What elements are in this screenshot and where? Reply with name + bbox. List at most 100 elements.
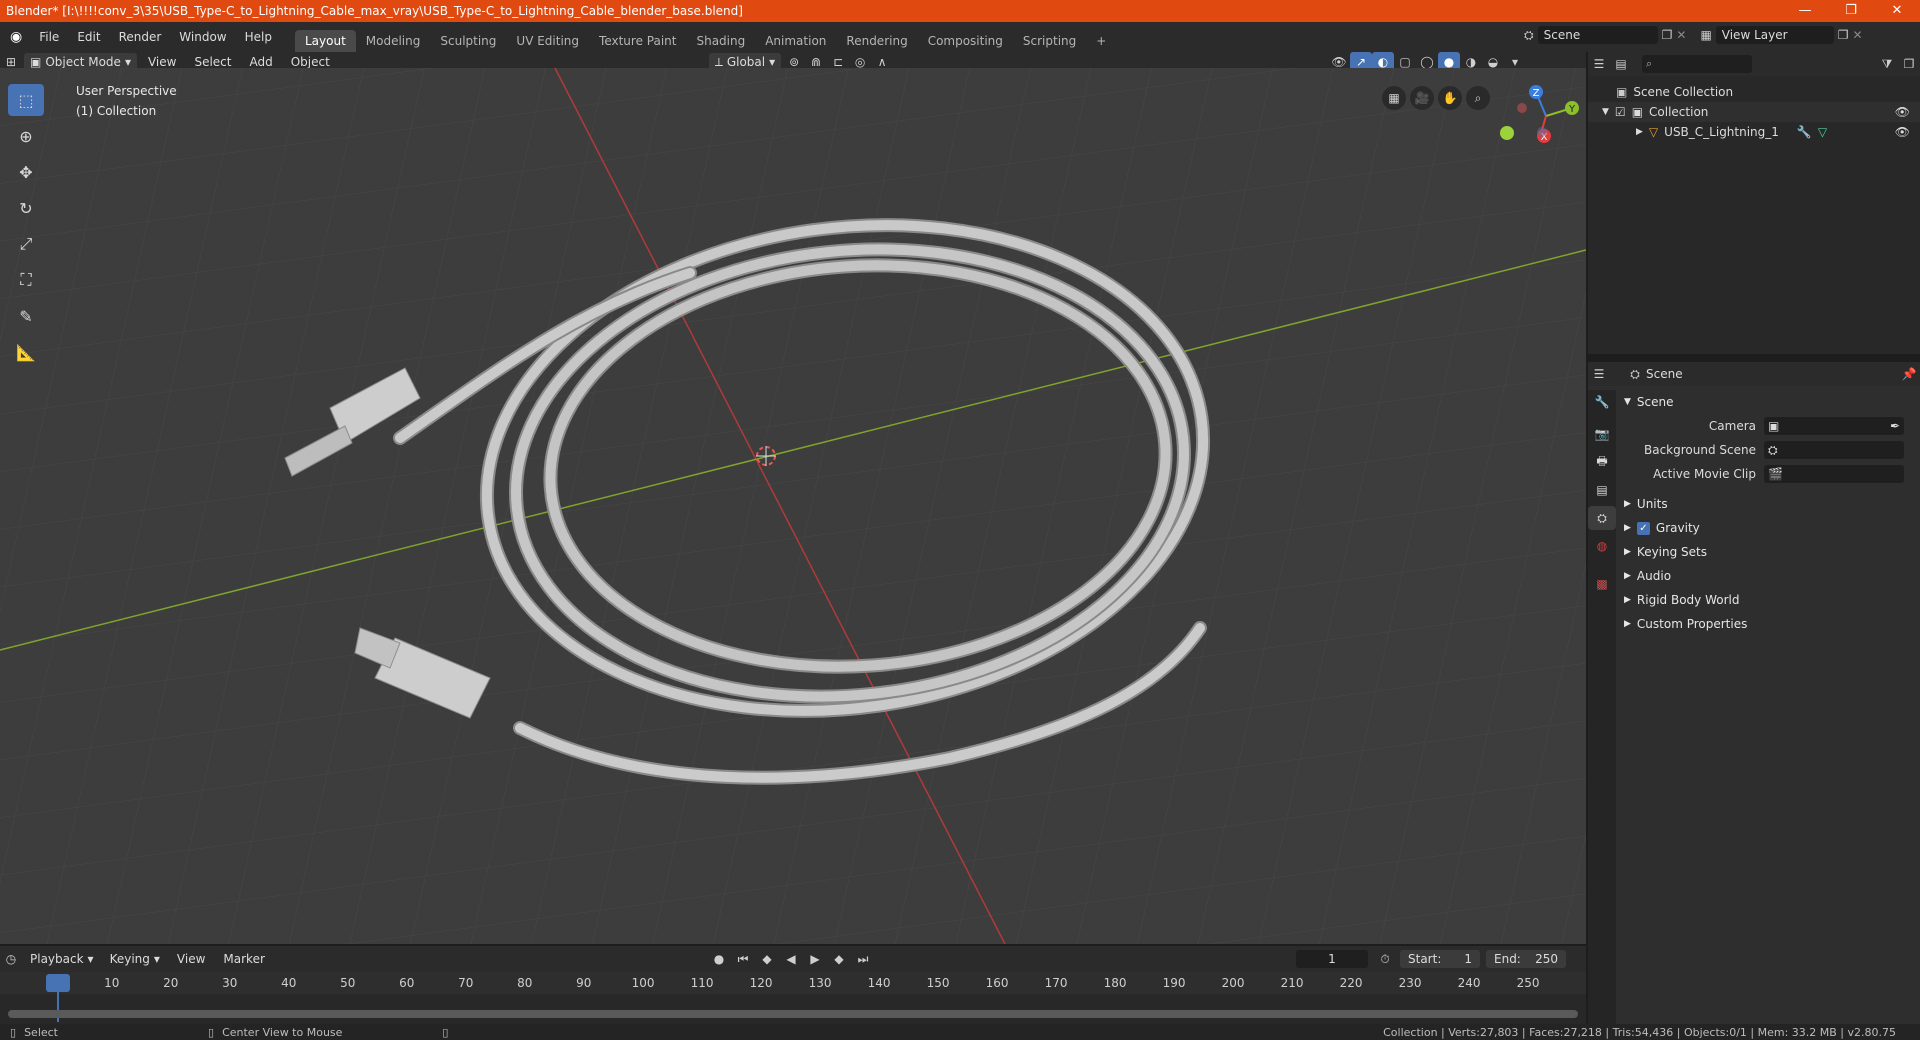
timeline-menu-marker[interactable]: Marker <box>214 952 273 966</box>
checkbox-icon[interactable]: ☑ <box>1615 105 1626 119</box>
viewport-menu-object[interactable]: Object <box>282 55 339 69</box>
view-layer-browse-icon[interactable]: ▦ <box>1700 28 1711 42</box>
scale-tool[interactable]: ⤢ <box>8 228 44 260</box>
tab-sculpting[interactable]: Sculpting <box>430 30 506 52</box>
eye-icon[interactable]: 👁 <box>1895 125 1910 139</box>
render-tab-icon[interactable]: 📷 <box>1588 422 1616 446</box>
tab-rendering[interactable]: Rendering <box>836 30 917 52</box>
tree-item-object[interactable]: ▶ ▽ USB_C_Lightning_1 🔧 ▽ 👁 <box>1588 122 1920 142</box>
world-tab-icon[interactable]: ◍ <box>1588 534 1616 558</box>
minimize-button[interactable]: — <box>1782 0 1828 22</box>
new-collection-icon[interactable]: ❐ <box>1898 54 1920 74</box>
close-button[interactable]: ✕ <box>1874 0 1920 22</box>
menu-help[interactable]: Help <box>236 30 281 44</box>
pin-icon[interactable]: 📌 <box>1898 364 1920 384</box>
blender-logo-icon[interactable]: ◉ <box>0 29 30 45</box>
audio-panel-header[interactable]: ▶ Audio <box>1620 564 1916 588</box>
expand-arrow-icon[interactable]: ▶ <box>1636 127 1643 137</box>
start-frame-field[interactable]: Start: 1 <box>1400 950 1480 968</box>
keying-sets-panel-header[interactable]: ▶ Keying Sets <box>1620 540 1916 564</box>
delete-view-layer-icon[interactable]: ✕ <box>1853 28 1863 42</box>
scene-tab-icon[interactable]: ⛭ <box>1588 506 1616 530</box>
rotate-tool[interactable]: ↻ <box>8 192 44 224</box>
rigid-body-world-panel-header[interactable]: ▶ Rigid Body World <box>1620 588 1916 612</box>
timeline-area[interactable]: 1102030405060708090100110120130140150160… <box>0 972 1586 1026</box>
annotate-tool[interactable]: ✎ <box>8 300 44 332</box>
camera-view-icon[interactable]: 🎥 <box>1410 86 1434 110</box>
keying-menu[interactable]: Keying ▾ <box>104 950 166 968</box>
texture-tab-icon[interactable]: ▩ <box>1588 572 1616 596</box>
camera-field[interactable]: ▣ ✒ <box>1764 417 1904 435</box>
play-reverse-icon[interactable]: ◀ <box>780 949 802 969</box>
movie-clip-field[interactable]: 🎬 <box>1764 465 1904 483</box>
tab-modeling[interactable]: Modeling <box>356 30 431 52</box>
timeline-menu-view[interactable]: View <box>168 952 214 966</box>
jump-start-icon[interactable]: ⏮ <box>732 949 754 969</box>
gravity-checkbox[interactable]: ✓ <box>1636 521 1650 535</box>
outliner-search-input[interactable]: ⌕ <box>1642 55 1752 73</box>
transform-tool[interactable]: ⛶ <box>8 264 44 296</box>
grid-view-icon[interactable]: ▦ <box>1382 86 1406 110</box>
new-scene-icon[interactable]: ❐ <box>1662 28 1673 42</box>
scene-panel-header[interactable]: ▼ Scene <box>1620 390 1916 414</box>
tree-item-collection[interactable]: ▼ ☑ ▣ Collection 👁 <box>1588 102 1920 122</box>
tab-compositing[interactable]: Compositing <box>918 30 1013 52</box>
viewport-menu-add[interactable]: Add <box>240 55 281 69</box>
display-mode-icon[interactable]: ▤ <box>1610 54 1632 74</box>
mesh-data-icon[interactable]: ▽ <box>1818 125 1827 139</box>
tab-texture-paint[interactable]: Texture Paint <box>589 30 686 52</box>
menu-edit[interactable]: Edit <box>68 30 109 44</box>
new-view-layer-icon[interactable]: ❐ <box>1838 28 1849 42</box>
menu-window[interactable]: Window <box>170 30 235 44</box>
playback-menu[interactable]: Playback ▾ <box>24 950 100 968</box>
tool-tab-icon[interactable]: 🔧 <box>1588 390 1616 414</box>
properties-editor-type-icon[interactable]: ☰ <box>1588 364 1610 384</box>
current-frame-field[interactable]: 1 <box>1296 950 1368 968</box>
tab-shading[interactable]: Shading <box>686 30 755 52</box>
view-layer-tab-icon[interactable]: ▤ <box>1588 478 1616 502</box>
eye-icon[interactable]: 👁 <box>1895 105 1910 119</box>
tab-scripting[interactable]: Scripting <box>1013 30 1086 52</box>
jump-end-icon[interactable]: ⏭ <box>852 949 874 969</box>
pan-hand-icon[interactable]: ✋ <box>1438 86 1462 110</box>
timeline-editor-type-icon[interactable]: ◷ <box>0 949 22 969</box>
playhead[interactable] <box>46 974 70 992</box>
background-scene-field[interactable]: ⛭ <box>1764 441 1904 459</box>
frame-ruler[interactable]: 1102030405060708090100110120130140150160… <box>0 972 1586 994</box>
modifier-wrench-icon[interactable]: 🔧 <box>1797 125 1812 139</box>
menu-render[interactable]: Render <box>110 30 171 44</box>
maximize-button[interactable]: ❐ <box>1828 0 1874 22</box>
units-panel-header[interactable]: ▶ Units <box>1620 492 1916 516</box>
select-box-tool[interactable]: ⬚ <box>8 84 44 116</box>
play-icon[interactable]: ▶ <box>804 949 826 969</box>
scene-selector[interactable]: Scene <box>1537 26 1658 44</box>
scene-browse-icon[interactable]: ⛭ <box>1524 28 1534 43</box>
move-tool[interactable]: ✥ <box>8 156 44 188</box>
timeline-scrollbar[interactable] <box>8 1010 1578 1018</box>
stopwatch-icon[interactable]: ⏱ <box>1374 949 1396 969</box>
tab-layout[interactable]: Layout <box>294 30 356 52</box>
gravity-panel-header[interactable]: ▶ ✓ Gravity <box>1620 516 1916 540</box>
viewport-menu-view[interactable]: View <box>139 55 185 69</box>
eyedropper-icon[interactable]: ✒ <box>1890 419 1900 433</box>
custom-properties-panel-header[interactable]: ▶ Custom Properties <box>1620 612 1916 636</box>
view-layer-selector[interactable]: View Layer <box>1715 26 1834 44</box>
expand-arrow-icon[interactable]: ▼ <box>1602 107 1609 117</box>
record-icon[interactable]: ● <box>708 949 730 969</box>
tab-uv-editing[interactable]: UV Editing <box>506 30 589 52</box>
tab-animation[interactable]: Animation <box>755 30 836 52</box>
end-frame-field[interactable]: End: 250 <box>1486 950 1566 968</box>
add-workspace-button[interactable]: + <box>1086 30 1116 52</box>
output-tab-icon[interactable]: 🖶 <box>1588 450 1616 474</box>
outliner-editor-type-icon[interactable]: ☰ <box>1588 54 1610 74</box>
filter-icon[interactable]: ⧩ <box>1876 54 1898 74</box>
viewport-menu-select[interactable]: Select <box>185 55 240 69</box>
delete-scene-icon[interactable]: ✕ <box>1676 28 1686 42</box>
zoom-icon[interactable]: ⌕ <box>1466 86 1490 110</box>
3d-viewport[interactable]: User Perspective (1) Collection ▦ 🎥 ✋ ⌕ … <box>0 68 1586 944</box>
axis-gizmo[interactable]: Z Y X <box>1512 82 1582 152</box>
prev-keyframe-icon[interactable]: ◆ <box>756 949 778 969</box>
cursor-tool[interactable]: ⊕ <box>8 120 44 152</box>
menu-file[interactable]: File <box>30 30 68 44</box>
measure-tool[interactable]: 📐 <box>8 336 44 368</box>
